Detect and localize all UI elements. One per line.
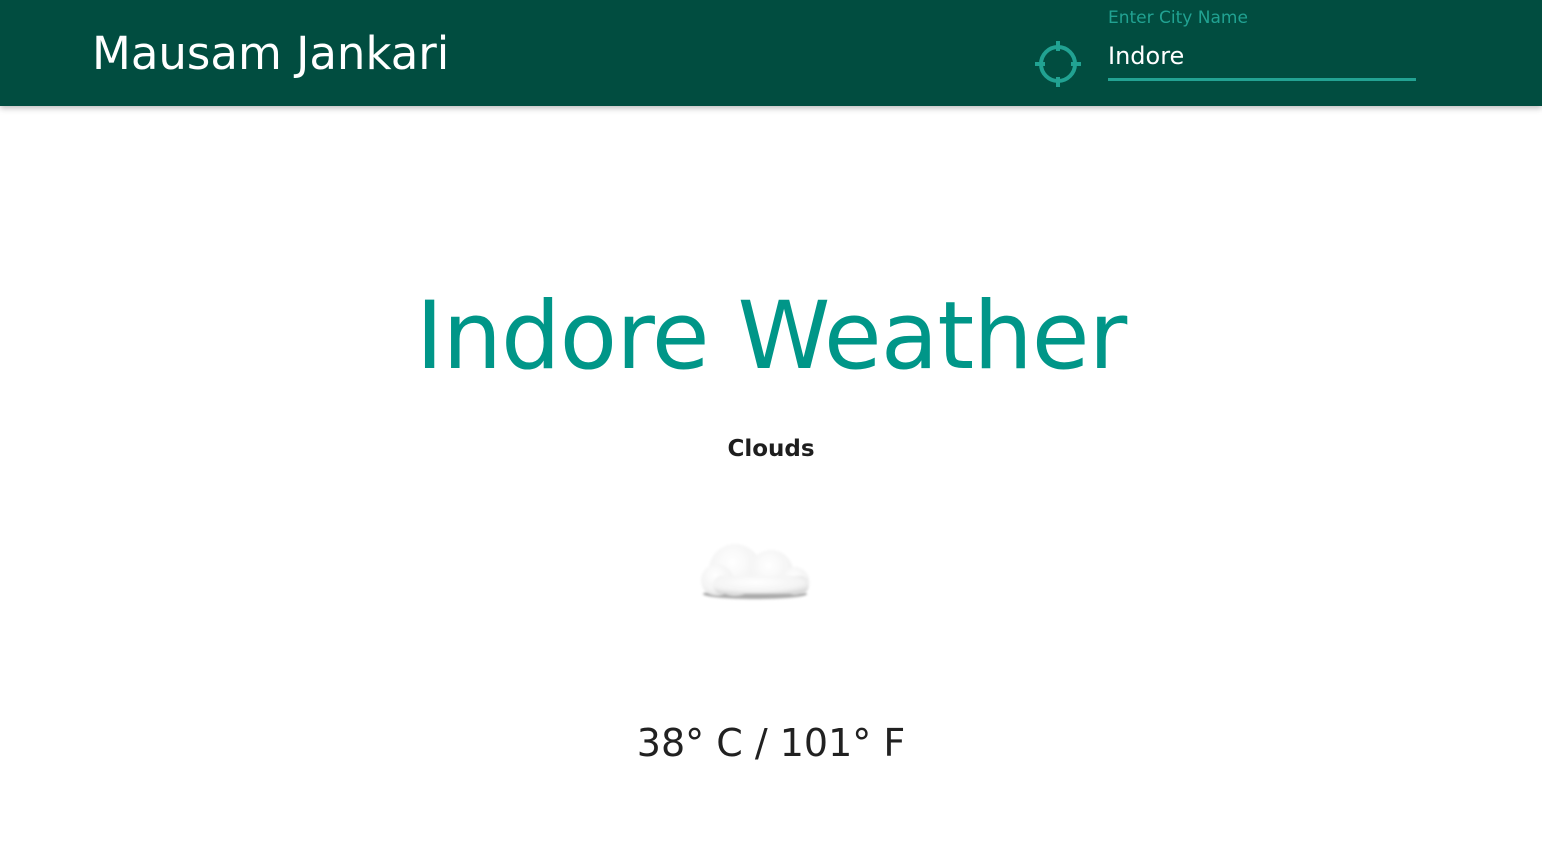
app-title: Mausam Jankari <box>92 27 450 80</box>
cloud-icon <box>695 526 817 602</box>
city-search-input[interactable] <box>1108 34 1416 81</box>
weather-title: Indore Weather <box>415 282 1128 391</box>
weather-condition: Clouds <box>727 436 815 462</box>
city-input-label: Enter City Name <box>1108 8 1248 28</box>
crosshair-location-icon <box>1035 41 1081 87</box>
weather-panel: Indore Weather Clouds 38° C / 101° F <box>0 106 1542 856</box>
temperature-readout: 38° C / 101° F <box>636 721 906 765</box>
app-bar: Mausam Jankari Enter City Name <box>0 0 1542 106</box>
locate-button[interactable] <box>1034 40 1082 88</box>
